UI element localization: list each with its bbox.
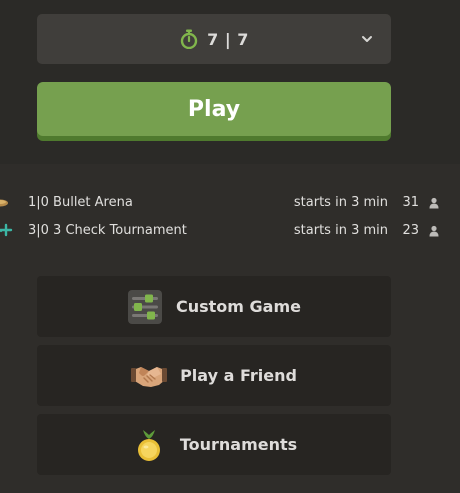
handshake-icon bbox=[131, 366, 168, 387]
tournaments-button[interactable]: Tournaments bbox=[37, 414, 391, 475]
stopwatch-icon bbox=[180, 29, 198, 49]
user-icon bbox=[429, 225, 439, 237]
play-a-friend-button[interactable]: Play a Friend bbox=[37, 345, 391, 406]
event-row-3-check[interactable]: 3|0 3 Check Tournament starts in 3 min 2… bbox=[0, 218, 460, 246]
event-player-count: 31 bbox=[402, 195, 419, 210]
play-a-friend-label: Play a Friend bbox=[180, 366, 297, 385]
custom-game-label: Custom Game bbox=[176, 297, 301, 316]
upcoming-events-list: 1|0 Bullet Arena starts in 3 min 31 3|0 … bbox=[0, 190, 460, 246]
time-control-select[interactable]: 7 | 7 bbox=[37, 14, 391, 64]
chevron-down-icon bbox=[362, 36, 372, 42]
tournaments-label: Tournaments bbox=[179, 435, 298, 454]
time-control-label: 7 | 7 bbox=[207, 29, 249, 49]
event-start-time: starts in 3 min bbox=[293, 195, 388, 210]
user-icon bbox=[429, 197, 439, 209]
event-name: 3|0 3 Check Tournament bbox=[28, 223, 187, 238]
event-start-time: starts in 3 min bbox=[293, 223, 388, 238]
event-player-count: 23 bbox=[402, 223, 419, 238]
event-name: 1|0 Bullet Arena bbox=[28, 195, 133, 210]
trophy-medal-icon bbox=[137, 429, 160, 461]
top-panel: 7 | 7 Play bbox=[0, 0, 460, 164]
custom-game-button[interactable]: Custom Game bbox=[37, 276, 391, 337]
event-row-bullet-arena[interactable]: 1|0 Bullet Arena starts in 3 min 31 bbox=[0, 190, 460, 218]
three-check-icon bbox=[0, 223, 13, 237]
sliders-icon bbox=[128, 289, 162, 324]
bullet-arena-icon bbox=[0, 199, 8, 207]
play-button[interactable]: Play bbox=[37, 82, 391, 136]
